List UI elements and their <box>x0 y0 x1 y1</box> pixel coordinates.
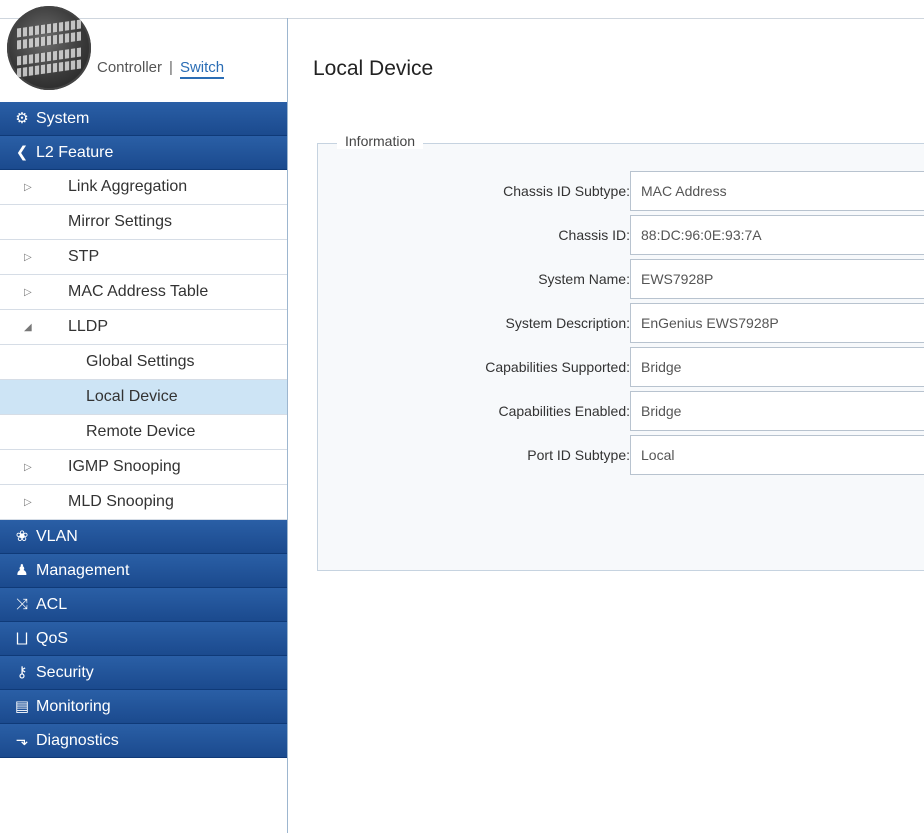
sidebar-item-label: Remote Device <box>86 423 196 440</box>
field-value-port-id-subtype: Local <box>630 435 924 475</box>
field-row-capabilities-supported: Capabilities Supported: Bridge <box>320 347 924 389</box>
qos-icon: ⨆ <box>15 630 28 647</box>
network-icon: ❀ <box>15 528 29 545</box>
field-label-system-description: System Description: <box>505 315 630 331</box>
sidebar-item-label: Diagnostics <box>36 731 119 749</box>
field-value-capabilities-supported: Bridge <box>630 347 924 387</box>
sidebar-item-diagnostics[interactable]: ⬎ Diagnostics <box>0 724 287 758</box>
sidebar: Controller | Switch ⚙ System ❮ L2 Feature ▷ Lin… <box>0 0 288 833</box>
sidebar-item-mld-snooping[interactable]: ▷ MLD Snooping <box>0 485 287 520</box>
field-row-system-name: System Name: EWS7928P <box>320 259 924 301</box>
field-label-capabilities-supported: Capabilities Supported: <box>485 359 630 375</box>
key-icon: ⚷ <box>16 664 28 681</box>
switch-link[interactable]: Switch <box>179 59 225 79</box>
sidebar-item-label: ACL <box>36 595 68 613</box>
caret-down-icon: ◢ <box>24 322 32 333</box>
user-icon: ♟ <box>15 562 29 579</box>
mode-switcher: Controller | Switch <box>97 59 225 79</box>
sidebar-item-label: Link Aggregation <box>68 178 188 195</box>
sidebar-divider <box>287 18 288 833</box>
sidebar-item-label: Monitoring <box>36 697 111 715</box>
sidebar-item-mirror-settings[interactable]: Mirror Settings <box>0 205 287 240</box>
field-row-port-id-subtype: Port ID Subtype: Local <box>320 435 924 477</box>
sidebar-item-label: Management <box>36 561 130 579</box>
sidebar-item-label: L2 Feature <box>36 143 114 161</box>
sidebar-item-label: System <box>36 109 90 127</box>
sidebar-menu: ⚙ System ❮ L2 Feature ▷ Link Aggregation Mirro… <box>0 102 287 758</box>
field-label-port-id-subtype: Port ID Subtype: <box>527 447 630 463</box>
sidebar-item-label: IGMP Snooping <box>68 458 181 475</box>
sidebar-item-vlan[interactable]: ❀ VLAN <box>0 520 287 554</box>
caret-right-icon: ▷ <box>24 497 32 508</box>
field-label-system-name: System Name: <box>538 271 630 287</box>
sidebar-item-remote-device[interactable]: Remote Device <box>0 415 287 450</box>
sidebar-item-monitoring[interactable]: ▤ Monitoring <box>0 690 287 724</box>
sidebar-item-local-device[interactable]: Local Device <box>0 380 287 415</box>
sidebar-item-mac-address-table[interactable]: ▷ MAC Address Table <box>0 275 287 310</box>
field-value-system-description: EnGenius EWS7928P <box>630 303 924 343</box>
field-row-system-description: System Description: EnGenius EWS7928P <box>320 303 924 345</box>
page-title: Local Device <box>313 57 434 80</box>
sidebar-item-stp[interactable]: ▷ STP <box>0 240 287 275</box>
sidebar-item-label: MAC Address Table <box>68 283 209 300</box>
sidebar-item-label: Security <box>36 663 94 681</box>
field-row-chassis-id-subtype: Chassis ID Subtype: MAC Address <box>320 171 924 213</box>
stethoscope-icon: ⬎ <box>15 732 29 749</box>
controller-link[interactable]: Controller <box>97 59 162 76</box>
sidebar-item-label: LLDP <box>68 318 109 335</box>
field-label-chassis-id: Chassis ID: <box>558 227 630 243</box>
sidebar-item-global-settings[interactable]: Global Settings <box>0 345 287 380</box>
sidebar-item-label: STP <box>68 248 100 265</box>
sidebar-item-system[interactable]: ⚙ System <box>0 102 287 136</box>
field-value-chassis-id-subtype: MAC Address <box>630 171 924 211</box>
shuffle-icon: ⤨ <box>15 596 28 613</box>
mode-separator: | <box>169 59 173 76</box>
field-label-capabilities-enabled: Capabilities Enabled: <box>498 403 630 419</box>
sidebar-item-l2-feature[interactable]: ❮ L2 Feature <box>0 136 287 170</box>
caret-right-icon: ▷ <box>24 462 32 473</box>
switch-logo <box>7 6 91 90</box>
sidebar-item-acl[interactable]: ⤨ ACL <box>0 588 287 622</box>
sidebar-item-label: Mirror Settings <box>68 213 173 230</box>
sidebar-item-label: Global Settings <box>86 353 195 370</box>
caret-right-icon: ▷ <box>24 287 32 298</box>
sidebar-item-link-aggregation[interactable]: ▷ Link Aggregation <box>0 170 287 205</box>
field-value-chassis-id: 88:DC:96:0E:93:7A <box>630 215 924 255</box>
caret-right-icon: ▷ <box>24 252 32 263</box>
field-row-capabilities-enabled: Capabilities Enabled: Bridge <box>320 391 924 433</box>
gear-icon: ⚙ <box>15 110 29 127</box>
information-legend: Information <box>337 133 424 149</box>
field-label-chassis-id-subtype: Chassis ID Subtype: <box>503 183 630 199</box>
monitor-icon: ▤ <box>14 698 30 715</box>
sidebar-item-label: Local Device <box>86 388 178 405</box>
sidebar-item-management[interactable]: ♟ Management <box>0 554 287 588</box>
field-value-system-name: EWS7928P <box>630 259 924 299</box>
sidebar-item-igmp-snooping[interactable]: ▷ IGMP Snooping <box>0 450 287 485</box>
sidebar-item-label: VLAN <box>36 527 78 545</box>
sidebar-item-security[interactable]: ⚷ Security <box>0 656 287 690</box>
sidebar-item-lldp[interactable]: ◢ LLDP <box>0 310 287 345</box>
caret-right-icon: ▷ <box>24 182 32 193</box>
sidebar-item-label: MLD Snooping <box>68 493 174 510</box>
field-value-capabilities-enabled: Bridge <box>630 391 924 431</box>
sidebar-item-qos[interactable]: ⨆ QoS <box>0 622 287 656</box>
app-root: Controller | Switch ⚙ System ❮ L2 Feature ▷ Lin… <box>0 0 924 833</box>
sidebar-item-label: QoS <box>36 629 69 647</box>
share-icon: ❮ <box>15 144 29 161</box>
field-row-chassis-id: Chassis ID: 88:DC:96:0E:93:7A <box>320 215 924 257</box>
